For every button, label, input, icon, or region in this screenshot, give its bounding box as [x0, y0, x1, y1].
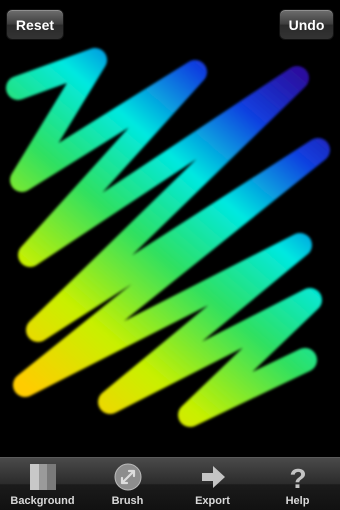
export-button[interactable]: Export [170, 458, 255, 510]
drawing-canvas[interactable] [0, 0, 340, 458]
undo-button[interactable]: Undo [279, 9, 334, 40]
brush-label: Brush [111, 495, 144, 507]
help-label: Help [285, 495, 310, 507]
brush-button[interactable]: Brush [85, 458, 170, 510]
help-question-icon: ? [283, 462, 313, 492]
bottom-toolbar: Background Brush Export ? Help [0, 457, 340, 510]
background-label: Background [10, 495, 75, 507]
brush-icon [113, 462, 143, 492]
export-label: Export [195, 495, 230, 507]
zigzag-stroke [6, 48, 330, 427]
background-icon [28, 462, 58, 492]
export-arrow-icon [198, 462, 228, 492]
help-button[interactable]: ? Help [255, 458, 340, 510]
reset-button[interactable]: Reset [6, 9, 64, 40]
background-button[interactable]: Background [0, 458, 85, 510]
svg-text:?: ? [289, 463, 306, 492]
